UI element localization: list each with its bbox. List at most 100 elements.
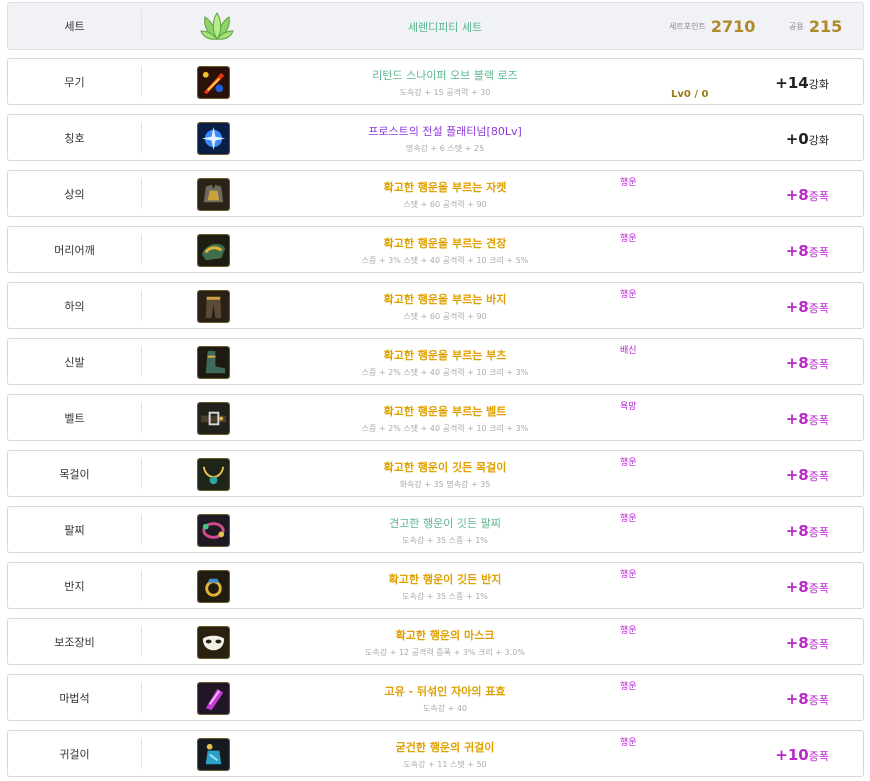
equipment-row[interactable]: 머리어깨 확고한 행운을 부르는 견장 스증 + 3% 스탯 + 40 공격력 + … bbox=[7, 226, 864, 273]
item-name[interactable]: 확고한 행운을 부르는 부츠 bbox=[245, 347, 645, 363]
enhancement-value: +8증폭 bbox=[786, 354, 829, 372]
item-stats: 명속강 + 6 스탯 + 25 bbox=[405, 144, 485, 153]
item-name[interactable]: 확고한 행운을 부르는 벨트 bbox=[245, 403, 645, 419]
equipment-row[interactable]: 신발 확고한 행운을 부르는 부츠스증 + 2% 스탯 + 40 공격력 + 10… bbox=[7, 338, 864, 385]
enhancement-number: +8 bbox=[785, 690, 809, 708]
item-name[interactable]: 확고한 행운의 마스크 bbox=[245, 627, 645, 643]
potential-tag: 행운 bbox=[620, 178, 637, 188]
item-stats: 도속강 + 12 공격력 증폭 + 3% 크리 + 3.0% bbox=[365, 648, 525, 657]
item-name[interactable]: 확고한 행운을 부르는 견장 bbox=[245, 235, 645, 251]
potential-tag: 욕망 bbox=[620, 402, 637, 412]
set-emblem-icon bbox=[199, 9, 235, 45]
divider bbox=[141, 682, 142, 713]
equipment-row[interactable]: 벨트 확고한 행운을 부르는 벨트 스증 + 2% 스탯 + 40 공격력 + 10… bbox=[7, 394, 864, 441]
equipment-row[interactable]: 귀걸이 굳건한 행운의 귀걸이 도속강 + 11 스탯 + 50 행운 +10증폭 bbox=[7, 730, 864, 777]
item-name[interactable]: 고유 - 뒤섞인 자아의 표효 bbox=[245, 683, 645, 699]
equipment-row[interactable]: 마법석 고유 - 뒤섞인 자아의 표효도속강 + 40 행운 +8증폭 bbox=[7, 674, 864, 721]
jacket-icon[interactable] bbox=[197, 177, 230, 211]
item-stats: 도속강 + 15 공격력 + 30 bbox=[399, 88, 491, 97]
enhancement-value: +8증폭 bbox=[786, 242, 829, 260]
enhancement-number: +8 bbox=[785, 354, 809, 372]
enhancement-unit: 증폭 bbox=[808, 694, 829, 707]
set-common-label: 공용 bbox=[789, 22, 804, 31]
enhancement-unit: 증폭 bbox=[808, 302, 829, 315]
divider bbox=[141, 178, 142, 209]
enhancement-number: +0 bbox=[785, 130, 809, 148]
equipment-row[interactable]: 보조장비 확고한 행운의 마스크 도속강 + 12 공격력 증폭 + 3% 크리 +… bbox=[7, 618, 864, 665]
divider bbox=[141, 458, 142, 489]
item-name[interactable]: 프로스트의 전설 플래티넘[80Lv] bbox=[245, 123, 645, 139]
mask-icon[interactable] bbox=[197, 625, 230, 659]
enhancement-unit: 증폭 bbox=[808, 190, 829, 203]
enhancement-unit: 강화 bbox=[808, 78, 829, 91]
set-points-label: 세트포인트 bbox=[669, 22, 706, 31]
item-name[interactable]: 굳건한 행운의 귀걸이 bbox=[245, 739, 645, 755]
item-stats: 스증 + 2% 스탯 + 40 공격력 + 10 크리 + 3% bbox=[361, 368, 529, 377]
set-slot-label: 세트 bbox=[64, 20, 85, 33]
potential-tag: 행운 bbox=[620, 570, 637, 580]
magic-stone-icon[interactable] bbox=[197, 681, 230, 715]
slot-label: 신발 bbox=[64, 355, 85, 369]
enhancement-unit: 증폭 bbox=[808, 246, 829, 259]
slot-label: 반지 bbox=[64, 579, 85, 593]
enhancement-value: +8증폭 bbox=[786, 578, 829, 596]
slot-label: 팔찌 bbox=[64, 523, 85, 537]
item-stats: 도속강 + 35 스증 + 1% bbox=[402, 536, 488, 545]
bracelet-icon[interactable] bbox=[197, 513, 230, 547]
enhancement-value: +8증폭 bbox=[786, 410, 829, 428]
enhancement-unit: 증폭 bbox=[808, 526, 829, 539]
equipment-row[interactable]: 상의 확고한 행운을 부르는 자켓 스탯 + 60 공격력 + 90 행운 +8증폭 bbox=[7, 170, 864, 217]
item-stats: 도속강 + 40 bbox=[422, 704, 468, 713]
potential-tag: 행운 bbox=[620, 682, 637, 692]
equipment-row[interactable]: 칭호 프로스트의 전설 플래티넘[80Lv] 명속강 + 6 스탯 + 25 +0강화 bbox=[7, 114, 864, 161]
item-name[interactable]: 견고한 행운이 깃든 팔찌 bbox=[245, 515, 645, 531]
divider bbox=[141, 290, 142, 321]
divider bbox=[141, 234, 142, 265]
divider bbox=[141, 10, 142, 42]
set-name: 세렌디피티 세트 bbox=[407, 21, 483, 34]
set-row: 세트 세렌디피티 세트 세트포인트 2710 공용 215 bbox=[7, 2, 864, 50]
belt-icon[interactable] bbox=[197, 401, 230, 435]
equipment-row[interactable]: 팔찌 견고한 행운이 깃든 팔찌 도속강 + 35 스증 + 1% 행운 +8증폭 bbox=[7, 506, 864, 553]
equipment-row[interactable]: 무기 리턴드 스나이퍼 오브 블랙 로즈 도속강 + 15 공격력 + 30 Lv0 … bbox=[7, 58, 864, 105]
enhancement-unit: 증폭 bbox=[808, 470, 829, 483]
earring-icon[interactable] bbox=[197, 737, 230, 771]
potential-tag: 행운 bbox=[620, 458, 637, 468]
enhancement-unit: 증폭 bbox=[808, 750, 829, 763]
equipment-row[interactable]: 반지 확고한 행운이 깃든 반지 도속강 + 35 스증 + 1% 행운 +8증폭 bbox=[7, 562, 864, 609]
potential-tag: 행운 bbox=[620, 234, 637, 244]
equipment-row[interactable]: 하의 확고한 행운을 부르는 바지 스탯 + 60 공격력 + 90 행운 +8증폭 bbox=[7, 282, 864, 329]
title-blue-icon[interactable] bbox=[197, 121, 230, 155]
enhancement-number: +10 bbox=[775, 746, 809, 764]
shoulder-icon[interactable] bbox=[197, 233, 230, 267]
item-stats: 스탯 + 60 공격력 + 90 bbox=[403, 312, 487, 321]
slot-label: 목걸이 bbox=[59, 467, 90, 481]
item-name[interactable]: 확고한 행운을 부르는 바지 bbox=[245, 291, 645, 307]
refine-level: Lv0 / 0 bbox=[671, 89, 709, 100]
necklace-icon[interactable] bbox=[197, 457, 230, 491]
item-name[interactable]: 리턴드 스나이퍼 오브 블랙 로즈 bbox=[245, 67, 645, 83]
slot-label: 마법석 bbox=[59, 691, 90, 705]
enhancement-unit: 강화 bbox=[808, 134, 829, 147]
ring-icon[interactable] bbox=[197, 569, 230, 603]
set-points: 세트포인트 2710 bbox=[669, 16, 755, 36]
set-common: 공용 215 bbox=[789, 16, 842, 36]
weapon-red-icon[interactable] bbox=[197, 65, 230, 99]
item-stats: 스증 + 3% 스탯 + 40 공격력 + 10 크리 + 5% bbox=[361, 256, 529, 265]
divider bbox=[141, 738, 142, 769]
potential-tag: 행운 bbox=[620, 738, 637, 748]
boots-icon[interactable] bbox=[197, 345, 230, 379]
slot-label: 하의 bbox=[64, 299, 85, 313]
set-common-value: 215 bbox=[808, 17, 843, 36]
item-name[interactable]: 확고한 행운을 부르는 자켓 bbox=[245, 179, 645, 195]
set-points-value: 2710 bbox=[710, 17, 756, 36]
slot-label: 귀걸이 bbox=[59, 747, 90, 761]
item-name[interactable]: 확고한 행운이 깃든 반지 bbox=[245, 571, 645, 587]
item-stats: 스증 + 2% 스탯 + 40 공격력 + 10 크리 + 3% bbox=[361, 424, 529, 433]
item-name[interactable]: 확고한 행운이 깃든 목걸이 bbox=[245, 459, 645, 475]
pants-icon[interactable] bbox=[197, 289, 230, 323]
enhancement-number: +8 bbox=[785, 242, 809, 260]
equipment-row[interactable]: 목걸이 확고한 행운이 깃든 목걸이 화속강 + 35 명속강 + 35 행운 +8증폭 bbox=[7, 450, 864, 497]
enhancement-value: +0강화 bbox=[786, 130, 829, 148]
divider bbox=[141, 122, 142, 153]
